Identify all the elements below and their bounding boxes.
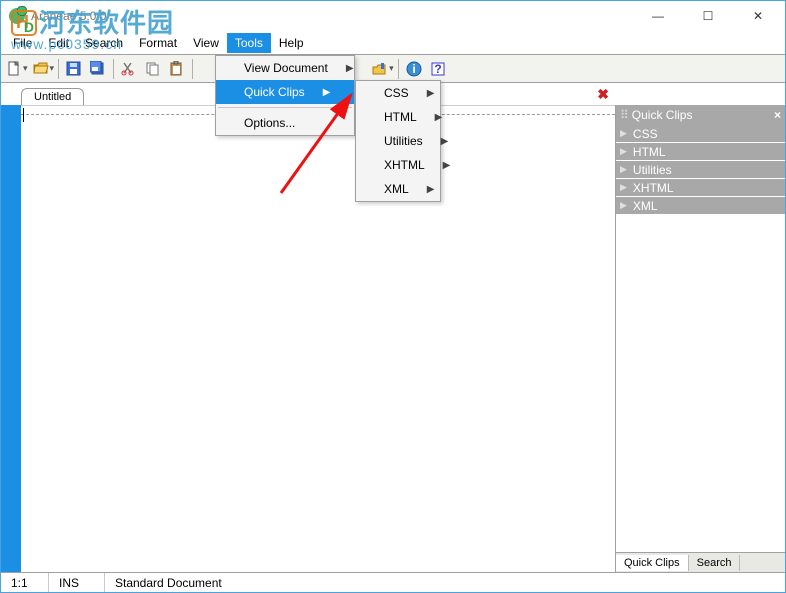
title-bar: Araneae 5.0.0 — ☐ ✕ [1, 1, 785, 31]
tree-item-css[interactable]: ▶CSS [616, 125, 785, 143]
side-panel: ⠿ Quick Clips × ▶CSS ▶HTML ▶Utilities ▶X… [615, 105, 785, 572]
tree-item-html[interactable]: ▶HTML [616, 143, 785, 161]
status-doc-type: Standard Document [105, 573, 232, 592]
tools-menu-popup: View Document▶ Quick Clips▶ Options... [215, 55, 355, 136]
menu-item-view-document[interactable]: View Document▶ [216, 56, 354, 80]
submenu-item-xml[interactable]: XML▶ [356, 177, 440, 201]
submenu-item-utilities[interactable]: Utilities▶ [356, 129, 440, 153]
quick-clips-submenu-popup: CSS▶ HTML▶ Utilities▶ XHTML▶ XML▶ [355, 80, 441, 202]
tree-item-utilities[interactable]: ▶Utilities [616, 161, 785, 179]
side-panel-title: Quick Clips [632, 108, 693, 122]
bookmark-icon [372, 61, 388, 77]
toolbar-save-button[interactable] [63, 58, 85, 80]
editor-caret [23, 108, 24, 122]
info-icon: i [406, 61, 422, 77]
cut-icon [121, 61, 137, 77]
chevron-right-icon: ▶ [423, 136, 449, 147]
menu-separator [218, 107, 352, 108]
menu-help[interactable]: Help [271, 33, 312, 53]
menu-format[interactable]: Format [131, 33, 185, 53]
side-panel-tree: ▶CSS ▶HTML ▶Utilities ▶XHTML ▶XML [616, 125, 785, 552]
chevron-right-icon: ▶ [417, 112, 443, 123]
side-tab-search[interactable]: Search [689, 555, 741, 571]
toolbar-paste-button[interactable] [166, 58, 188, 80]
svg-text:i: i [412, 62, 415, 76]
app-icon [9, 8, 25, 24]
menu-tools[interactable]: Tools [227, 33, 271, 53]
menu-search[interactable]: Search [77, 33, 131, 53]
svg-text:?: ? [434, 62, 441, 76]
save-icon [66, 61, 82, 77]
status-cursor-pos: 1:1 [1, 573, 49, 592]
menu-file[interactable]: File [5, 33, 40, 53]
side-panel-header: ⠿ Quick Clips × [616, 105, 785, 125]
submenu-item-xhtml[interactable]: XHTML▶ [356, 153, 440, 177]
status-insert-mode: INS [49, 573, 105, 592]
submenu-item-css[interactable]: CSS▶ [356, 81, 440, 105]
toolbar: ▾ ▾ ▾ i ? [1, 55, 785, 83]
toolbar-copy-button[interactable] [142, 58, 164, 80]
open-folder-icon [33, 61, 49, 77]
chevron-right-icon: ▶ [328, 63, 354, 74]
chevron-right-icon: ▶ [305, 87, 331, 98]
chevron-right-icon: ▶ [409, 184, 435, 195]
panel-detach-icon[interactable]: ✖ [597, 86, 609, 103]
menu-bar: File Edit Search Format View Tools Help [1, 31, 785, 55]
window-maximize-button[interactable]: ☐ [697, 5, 719, 27]
menu-item-quick-clips[interactable]: Quick Clips▶ [216, 80, 354, 104]
menu-edit[interactable]: Edit [40, 33, 77, 53]
submenu-item-html[interactable]: HTML▶ [356, 105, 440, 129]
toolbar-cut-button[interactable] [118, 58, 140, 80]
window-title: Araneae 5.0.0 [31, 9, 106, 23]
side-panel-close-button[interactable]: × [774, 108, 781, 122]
toolbar-help-button[interactable]: ? [427, 58, 449, 80]
copy-icon [145, 61, 161, 77]
document-tab[interactable]: Untitled [21, 88, 84, 105]
toolbar-open-dropdown[interactable]: ▾ [30, 58, 55, 80]
chevron-right-icon: ▶ [409, 88, 435, 99]
menu-item-options[interactable]: Options... [216, 111, 354, 135]
window-minimize-button[interactable]: — [647, 5, 669, 27]
side-panel-footer-tabs: Quick Clips Search [616, 552, 785, 572]
chevron-right-icon: ▶ [620, 200, 627, 211]
chevron-right-icon: ▶ [620, 128, 627, 139]
editor-pane[interactable] [21, 105, 615, 572]
chevron-right-icon: ▶ [620, 146, 627, 157]
tree-item-xml[interactable]: ▶XML [616, 197, 785, 215]
paste-icon [169, 61, 185, 77]
tree-item-xhtml[interactable]: ▶XHTML [616, 179, 785, 197]
status-bar: 1:1 INS Standard Document [1, 572, 785, 592]
save-all-icon [90, 61, 106, 77]
chevron-right-icon: ▶ [620, 164, 627, 175]
grip-icon: ⠿ [620, 108, 628, 122]
new-file-icon [6, 61, 22, 77]
chevron-right-icon: ▶ [425, 160, 451, 171]
toolbar-info-button[interactable]: i [403, 58, 425, 80]
editor-gutter [1, 105, 21, 572]
toolbar-bookmark-dropdown[interactable]: ▾ [369, 58, 394, 80]
help-icon: ? [430, 61, 446, 77]
toolbar-save-all-button[interactable] [87, 58, 109, 80]
toolbar-new-dropdown[interactable]: ▾ [3, 58, 28, 80]
window-close-button[interactable]: ✕ [747, 5, 769, 27]
chevron-right-icon: ▶ [620, 182, 627, 193]
menu-view[interactable]: View [185, 33, 227, 53]
side-tab-quick-clips[interactable]: Quick Clips [616, 555, 689, 571]
